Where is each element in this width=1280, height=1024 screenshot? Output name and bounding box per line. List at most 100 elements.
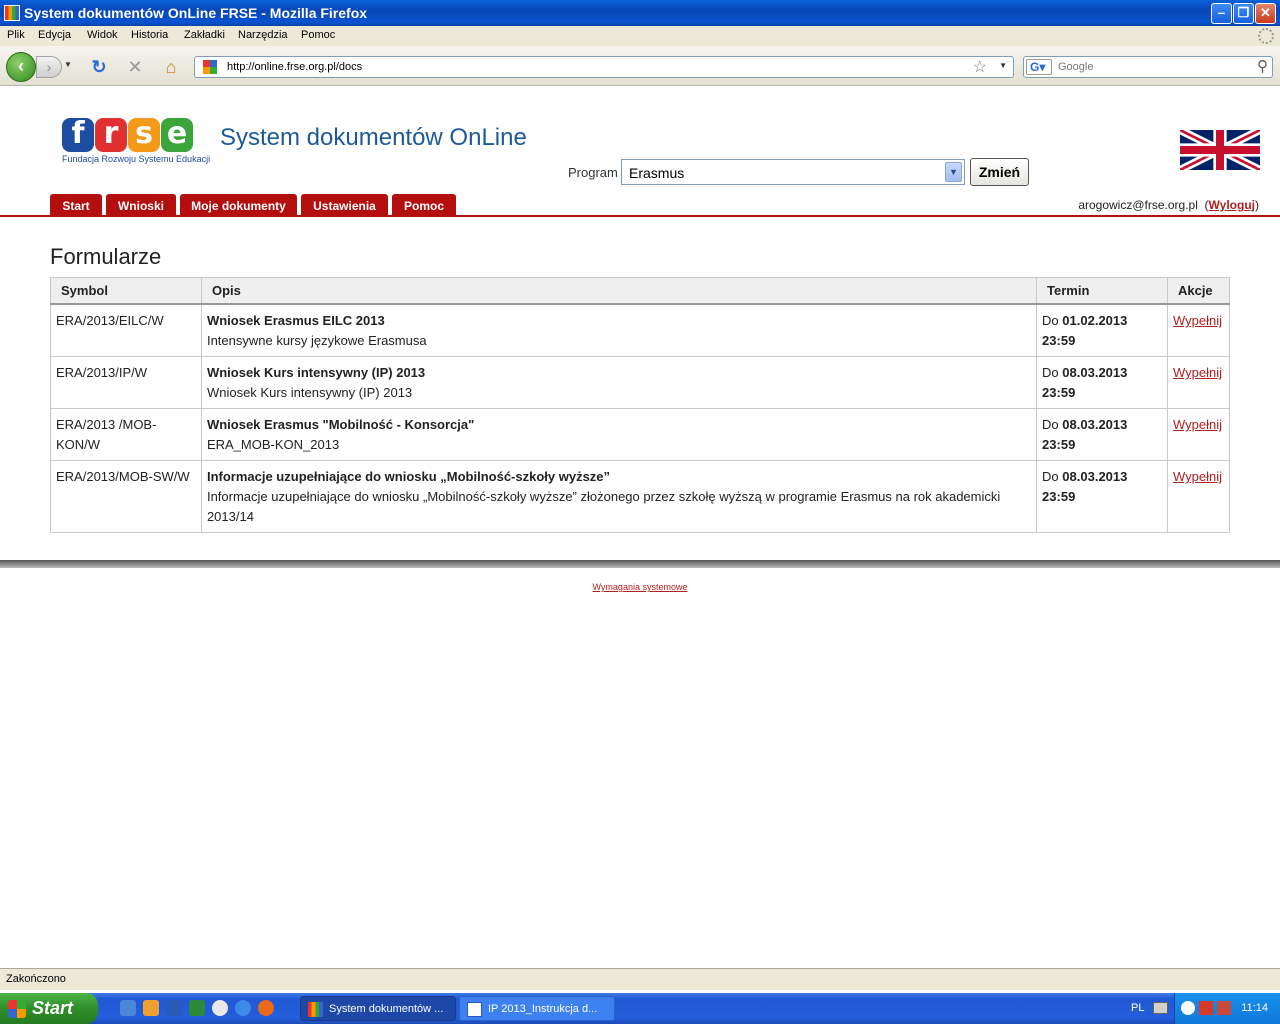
footer-divider: [0, 560, 1280, 568]
window-title: System dokumentów OnLine FRSE - Mozilla …: [24, 5, 368, 21]
row-action: Wypełnij: [1166, 356, 1231, 409]
column-header-termin: Termin: [1036, 277, 1168, 305]
url-input[interactable]: [227, 58, 967, 76]
restore-button[interactable]: ❐: [1233, 3, 1254, 24]
change-program-button[interactable]: Zmień: [970, 158, 1029, 186]
row-deadline: Do 08.03.2013 23:59: [1036, 356, 1168, 409]
home-icon[interactable]: ⌂: [160, 56, 182, 78]
table-row: ERA/2013 /MOB-KON/W Wniosek Erasmus "Mob…: [50, 408, 1231, 461]
url-dropdown-icon[interactable]: ▼: [999, 61, 1007, 70]
tab-ustawienia[interactable]: Ustawienia: [301, 194, 388, 216]
fill-form-link[interactable]: Wypełnij: [1173, 365, 1222, 380]
close-button[interactable]: ✕: [1255, 3, 1276, 24]
table-header-row: Symbol Opis Termin Akcje: [50, 277, 1231, 305]
row-symbol: ERA/2013 /MOB-KON/W: [50, 408, 202, 461]
menu-narzedzia[interactable]: Narzędzia: [238, 29, 288, 41]
logo-letter: f: [62, 118, 94, 152]
system-requirements-link[interactable]: Wymagania systemowe: [593, 582, 688, 592]
user-info: arogowicz@frse.org.pl (Wyloguj): [1078, 198, 1259, 212]
deadline-prefix: Do: [1042, 365, 1059, 380]
fill-form-link[interactable]: Wypełnij: [1173, 417, 1222, 432]
app-title: System dokumentów OnLine: [220, 124, 527, 151]
task-label: IP 2013_Instrukcja d...: [488, 1003, 598, 1015]
menu-historia[interactable]: Historia: [131, 29, 168, 41]
logo-letter: r: [95, 118, 127, 152]
quicklaunch-firefox-icon[interactable]: [258, 1000, 274, 1016]
quicklaunch-word-icon[interactable]: [166, 1000, 182, 1016]
program-select[interactable]: Erasmus ▼: [621, 159, 965, 185]
status-text: Zakończono: [6, 973, 66, 985]
chevron-down-icon[interactable]: ▼: [945, 162, 962, 182]
table-row: ERA/2013/EILC/W Wniosek Erasmus EILC 201…: [50, 303, 1231, 357]
menu-widok[interactable]: Widok: [87, 29, 118, 41]
frse-task-icon: [308, 1002, 323, 1017]
row-title: Informacje uzupełniające do wniosku „Mob…: [206, 469, 611, 484]
forward-button[interactable]: ›: [36, 56, 62, 78]
quicklaunch-excel-icon[interactable]: [189, 1000, 205, 1016]
bookmark-star-icon[interactable]: ☆: [973, 57, 987, 77]
row-desc: Wniosek Kurs intensywny (IP) 2013: [206, 385, 413, 400]
quicklaunch-messenger-icon[interactable]: [143, 1000, 159, 1016]
google-engine-icon[interactable]: G▾: [1026, 59, 1052, 75]
menu-plik[interactable]: Plik: [7, 29, 25, 41]
logo-letter: s: [128, 118, 160, 152]
logo-letter: e: [161, 118, 193, 152]
row-deadline: Do 08.03.2013 23:59: [1036, 408, 1168, 461]
throbber-icon: [1258, 28, 1274, 44]
footer: Wymagania systemowe: [0, 582, 1280, 592]
row-action: Wypełnij: [1166, 408, 1231, 461]
quicklaunch-media-icon[interactable]: [212, 1000, 228, 1016]
page-content: frse Fundacja Rozwoju Systemu Edukacji S…: [0, 86, 1280, 968]
tab-wnioski[interactable]: Wnioski: [106, 194, 176, 216]
row-symbol: ERA/2013/MOB-SW/W: [50, 460, 202, 533]
deadline-prefix: Do: [1042, 417, 1059, 432]
keyboard-icon[interactable]: [1153, 1002, 1168, 1014]
row-title: Wniosek Erasmus "Mobilność - Konsorcja": [206, 417, 475, 432]
menu-bar: Plik Edycja Widok Historia Zakładki Narz…: [0, 26, 1280, 46]
start-button[interactable]: Start: [0, 993, 98, 1024]
row-desc: ERA_MOB-KON_2013: [206, 437, 340, 452]
row-symbol: ERA/2013/IP/W: [50, 356, 202, 409]
frse-logo[interactable]: frse Fundacja Rozwoju Systemu Edukacji: [62, 118, 210, 166]
reload-icon[interactable]: ↻: [88, 56, 110, 78]
search-icon[interactable]: ⚲: [1257, 57, 1268, 75]
search-input[interactable]: [1058, 58, 1248, 76]
program-selected-value: Erasmus: [629, 165, 685, 181]
tab-moje-dokumenty[interactable]: Moje dokumenty: [180, 194, 297, 216]
english-flag-icon[interactable]: [1180, 130, 1260, 170]
word-task-icon: [467, 1002, 482, 1017]
tray-security-icon[interactable]: [1199, 1001, 1213, 1015]
menu-edycja[interactable]: Edycja: [38, 29, 71, 41]
table-row: ERA/2013/IP/W Wniosek Kurs intensywny (I…: [50, 356, 1231, 409]
minimize-button[interactable]: –: [1211, 3, 1232, 24]
logout-link[interactable]: Wyloguj: [1209, 198, 1255, 212]
deadline-prefix: Do: [1042, 469, 1059, 484]
menu-zakladki[interactable]: Zakładki: [184, 29, 225, 41]
section-title: Formularze: [50, 244, 162, 269]
task-word-document[interactable]: IP 2013_Instrukcja d...: [459, 996, 615, 1021]
window-titlebar: System dokumentów OnLine FRSE - Mozilla …: [0, 0, 1280, 26]
stop-icon[interactable]: ✕: [124, 56, 146, 78]
start-label: Start: [32, 998, 74, 1018]
windows-taskbar: Start System dokumentów ... IP 2013_Inst…: [0, 993, 1280, 1024]
url-bar[interactable]: ☆ ▼: [194, 56, 1014, 78]
search-bar[interactable]: G▾ ⚲: [1023, 56, 1273, 78]
navigation-toolbar: ‹ › ▼ ↻ ✕ ⌂ ☆ ▼ G▾ ⚲: [0, 46, 1280, 86]
fill-form-link[interactable]: Wypełnij: [1173, 469, 1222, 484]
task-firefox-window[interactable]: System dokumentów ...: [300, 996, 456, 1021]
tray-arrow-icon[interactable]: [1181, 1001, 1195, 1015]
tab-start[interactable]: Start: [50, 194, 102, 216]
back-button[interactable]: ‹: [6, 52, 36, 82]
tab-pomoc[interactable]: Pomoc: [392, 194, 456, 216]
firefox-app-icon: [4, 5, 20, 21]
logo-subtitle: Fundacja Rozwoju Systemu Edukacji: [62, 154, 211, 164]
clock: 11:14: [1241, 1002, 1268, 1014]
fill-form-link[interactable]: Wypełnij: [1173, 313, 1222, 328]
menu-pomoc[interactable]: Pomoc: [301, 29, 335, 41]
column-header-akcje: Akcje: [1166, 277, 1231, 305]
quicklaunch-settings-icon[interactable]: [120, 1000, 136, 1016]
tray-app-icon[interactable]: [1217, 1001, 1231, 1015]
language-indicator[interactable]: PL: [1131, 1002, 1144, 1014]
history-dropdown-icon[interactable]: ▼: [64, 60, 72, 69]
quicklaunch-ie-icon[interactable]: [235, 1000, 251, 1016]
